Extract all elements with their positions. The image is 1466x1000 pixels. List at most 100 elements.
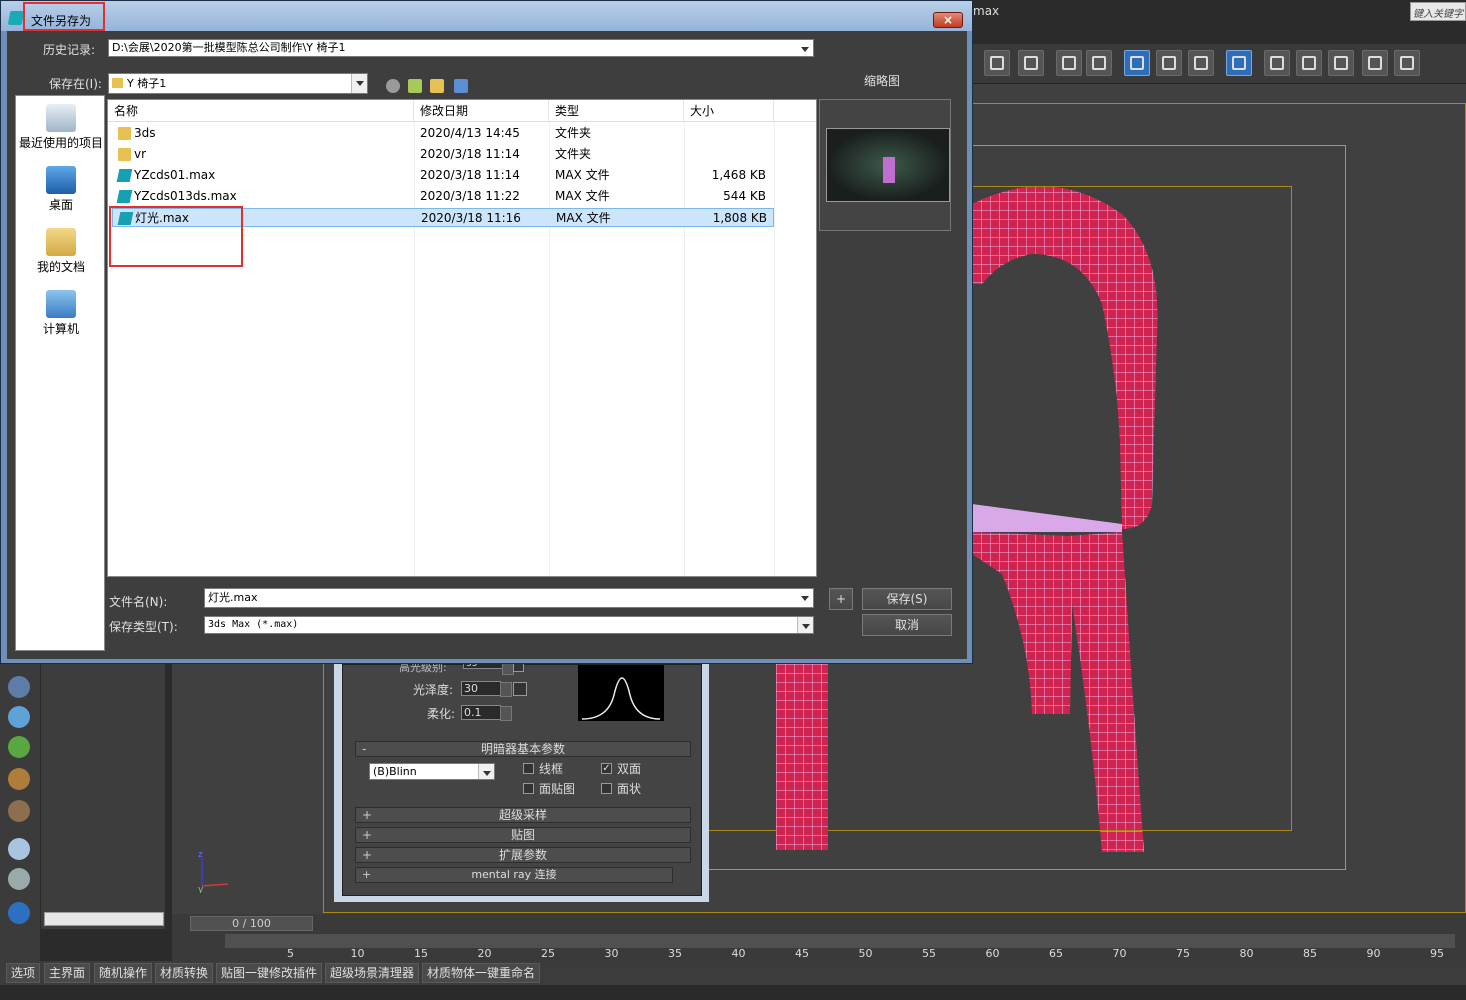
tab-main-ui[interactable]: 主界面 xyxy=(44,963,91,983)
rollout-extended[interactable]: + 扩展参数 xyxy=(355,847,691,863)
increment-button[interactable]: + xyxy=(829,588,853,610)
tab-material-convert[interactable]: 材质转换 xyxy=(155,963,214,983)
material-editor-icon[interactable] xyxy=(1226,50,1252,76)
align-icon[interactable] xyxy=(1018,50,1044,76)
svg-text:y: y xyxy=(198,885,204,893)
save-button[interactable]: 保存(S) xyxy=(862,588,952,610)
filename-input[interactable]: 灯光.max xyxy=(204,588,814,608)
back-icon[interactable] xyxy=(386,79,400,93)
file-list: 名称 修改日期 类型 大小 3ds 2020/4/13 14:45 文件夹 vr 202… xyxy=(107,99,817,577)
file-row[interactable]: YZcds013ds.max 2020/3/18 11:22 MAX 文件 544 K… xyxy=(112,187,774,206)
dialog-titlebar[interactable]: 文件另存为 × xyxy=(1,1,972,31)
material-editor-panel: 高光级别: 35 光泽度: 30 柔化: 0.1 - 明暗器基本参数 (B)Bli… xyxy=(334,659,709,902)
timeline-tick-label: 60 xyxy=(985,947,1000,960)
rollout-mental-ray[interactable]: + mental ray 连接 xyxy=(355,867,673,883)
timeline-tick-label: 35 xyxy=(668,947,682,960)
timeline-tick-label: 95 xyxy=(1430,947,1444,960)
chair-thumbnail xyxy=(883,157,895,183)
curve-editor-icon[interactable] xyxy=(1156,50,1182,76)
file-date: 2020/4/13 14:45 xyxy=(420,126,520,140)
filetype-dropdown[interactable]: 3ds Max (*.max) xyxy=(204,616,814,634)
new-folder-icon[interactable] xyxy=(430,79,444,93)
place-recent[interactable]: 最近使用的项目 xyxy=(16,104,106,151)
time-slider-thumb[interactable]: 0 / 100 xyxy=(190,916,313,931)
filetype-label: 保存类型(T): xyxy=(109,620,178,634)
render-window-icon[interactable] xyxy=(1394,50,1420,76)
shader-dropdown[interactable]: (B)Blinn xyxy=(369,763,495,780)
timeline-tick-label: 85 xyxy=(1303,947,1317,960)
mirror-icon[interactable] xyxy=(984,50,1010,76)
render-frame-icon[interactable] xyxy=(1296,50,1322,76)
faceted-label: 面状 xyxy=(617,782,642,796)
timeline-tick-label: 5 xyxy=(287,947,294,960)
cancel-button[interactable]: 取消 xyxy=(862,614,952,636)
hair-fur-icon[interactable] xyxy=(8,768,30,790)
render-icon[interactable] xyxy=(1328,50,1354,76)
render-setup-icon[interactable] xyxy=(1264,50,1290,76)
place-computer[interactable]: 计算机 xyxy=(16,290,106,337)
timeline-tick-label: 40 xyxy=(731,947,746,960)
ox-icon[interactable] xyxy=(8,800,30,822)
save-as-dialog: 文件另存为 × 历史记录: D:\会展\2020第一批模型陈总公司制作\Y 椅子… xyxy=(0,0,973,664)
max-file-icon xyxy=(116,190,133,203)
tab-scene-cleaner[interactable]: 超级场景清理器 xyxy=(325,963,420,983)
thumbnail-label: 缩略图 xyxy=(864,74,901,88)
save-in-label: 保存在(I): xyxy=(49,77,102,91)
history-label: 历史记录: xyxy=(43,43,96,57)
save-in-dropdown[interactable]: Y 椅子1 xyxy=(108,73,368,94)
faceted-checkbox[interactable] xyxy=(601,783,612,794)
lens-icon[interactable] xyxy=(8,868,30,890)
file-date: 2020/3/18 11:14 xyxy=(420,168,520,182)
schematic-view-icon[interactable] xyxy=(1188,50,1214,76)
file-type: 文件夹 xyxy=(555,147,592,161)
timeline-tick-label: 55 xyxy=(922,947,936,960)
tab-random-ops[interactable]: 随机操作 xyxy=(94,963,153,983)
panel-scrollbar[interactable] xyxy=(44,912,164,926)
wire-checkbox[interactable] xyxy=(523,763,534,774)
helper-icon[interactable] xyxy=(8,676,30,698)
tab-options[interactable]: 选项 xyxy=(6,963,41,983)
highlight-box-file xyxy=(109,206,243,267)
history-dropdown[interactable]: D:\会展\2020第一批模型陈总公司制作\Y 椅子1 xyxy=(108,39,814,57)
file-row[interactable]: 3ds 2020/4/13 14:45 文件夹 xyxy=(112,124,774,143)
timeline-tick-label: 70 xyxy=(1112,947,1127,960)
file-row[interactable]: vr 2020/3/18 11:14 文件夹 xyxy=(112,145,774,164)
gloss-map-slot[interactable] xyxy=(513,682,527,696)
view-menu-icon[interactable] xyxy=(454,79,468,93)
axis-gizmo: z y xyxy=(198,850,229,893)
gloss-spinner[interactable]: 30 xyxy=(461,681,512,697)
timeline-tick-label: 10 xyxy=(350,947,365,960)
close-button[interactable]: × xyxy=(933,12,963,28)
file-name: vr xyxy=(134,147,147,161)
up-folder-icon[interactable] xyxy=(408,79,422,93)
column-date[interactable]: 修改日期 xyxy=(414,100,549,122)
place-desktop[interactable]: 桌面 xyxy=(16,166,106,213)
place-documents[interactable]: 我的文档 xyxy=(16,228,106,275)
track-scale[interactable] xyxy=(225,934,1455,948)
rollout-maps[interactable]: + 贴图 xyxy=(355,827,691,843)
plant-icon[interactable] xyxy=(8,736,30,758)
column-size[interactable]: 大小 xyxy=(684,100,774,122)
keyword-search-input[interactable]: 键入关键字 xyxy=(1410,2,1466,21)
timeline-tick-label: 15 xyxy=(414,947,428,960)
column-name[interactable]: 名称 xyxy=(108,100,414,122)
face-map-checkbox[interactable] xyxy=(523,783,534,794)
scene-explorer-icon[interactable] xyxy=(1086,50,1112,76)
sphere-icon[interactable] xyxy=(8,838,30,860)
tab-batch-rename[interactable]: 材质物体一键重命名 xyxy=(422,963,541,983)
layer-icon[interactable] xyxy=(1056,50,1082,76)
highlight-box-title xyxy=(23,2,105,31)
rollout-supersampling[interactable]: + 超级采样 xyxy=(355,807,691,823)
toggle-ribbon-icon[interactable] xyxy=(1124,50,1150,76)
render-iterative-icon[interactable] xyxy=(1362,50,1388,76)
column-type[interactable]: 类型 xyxy=(549,100,684,122)
file-row[interactable]: YZcds01.max 2020/3/18 11:14 MAX 文件 1,468 KB xyxy=(112,166,774,185)
select-region-icon[interactable] xyxy=(8,902,30,924)
two-sided-checkbox[interactable]: ✓ xyxy=(601,763,612,774)
tab-map-modify[interactable]: 贴图一键修改插件 xyxy=(216,963,323,983)
system-gear-icon[interactable] xyxy=(8,706,30,728)
soften-spinner[interactable]: 0.1 xyxy=(461,705,512,721)
shader-rollout-header[interactable]: - 明暗器基本参数 xyxy=(355,741,691,757)
timeline-tick-label: 65 xyxy=(1049,947,1063,960)
command-panel xyxy=(40,664,165,929)
